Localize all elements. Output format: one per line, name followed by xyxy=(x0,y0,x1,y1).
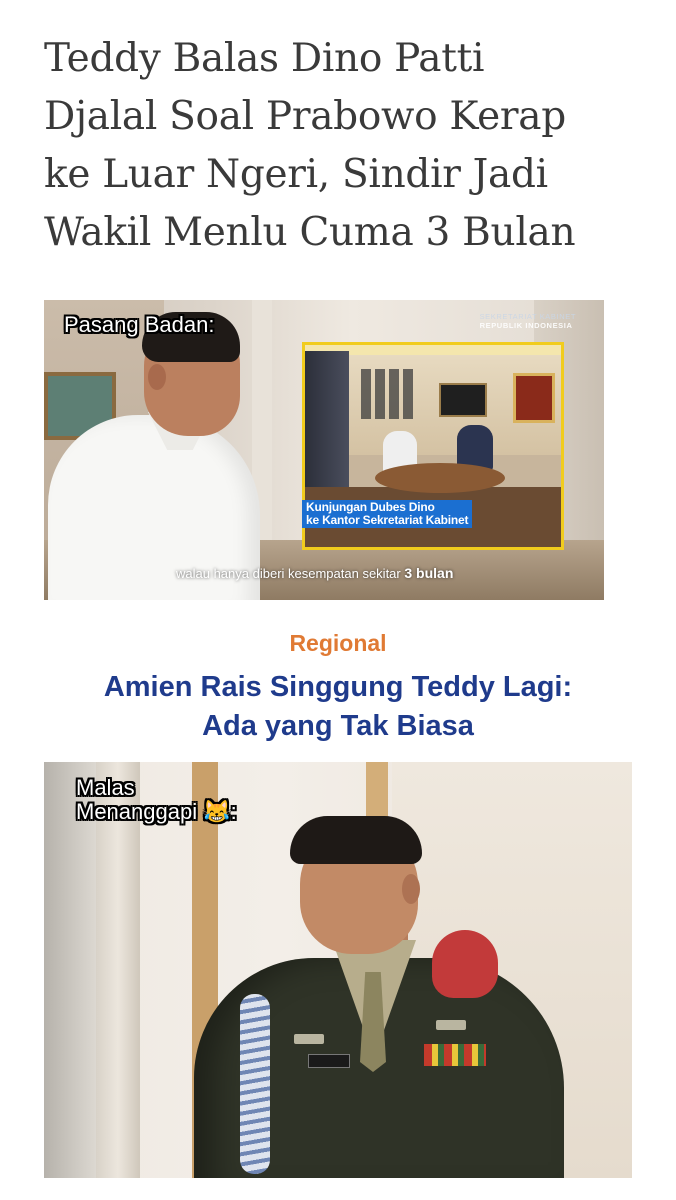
headline-line: Djalal Soal Prabowo Kerap xyxy=(44,94,566,139)
inset-caption: Kunjungan Dubes Dino ke Kantor Sekretari… xyxy=(302,500,473,528)
title-line: Amien Rais Singgung Teddy Lagi: xyxy=(103,671,573,703)
headline-line: Wakil Menlu Cuma 3 Bulan xyxy=(44,210,576,255)
inset-caption-line: ke Kantor Sekretariat Kabinet xyxy=(306,513,469,527)
headline-line: Teddy Balas Dino Patti xyxy=(44,36,485,81)
meme-caption: Pasang Badan: xyxy=(64,312,215,337)
uniform-insignia xyxy=(436,1020,466,1030)
headline-line: ke Luar Ngeri, Sindir Jadi xyxy=(44,152,548,197)
person-white-shirt xyxy=(44,300,304,600)
subtitle-text: walau hanya diberi kesempatan sekitar xyxy=(176,566,401,581)
inset-photo-frames xyxy=(361,369,413,419)
name-tag xyxy=(308,1054,350,1068)
watermark: SEKRETARIAT KABINET REPUBLIK INDONESIA xyxy=(480,312,576,330)
red-beret xyxy=(432,930,498,998)
category-label[interactable]: Regional xyxy=(0,630,676,657)
ear xyxy=(148,364,166,390)
watermark-line: REPUBLIK INDONESIA xyxy=(479,321,573,330)
inset-table xyxy=(375,463,505,493)
meme-caption: Malas Menanggapi 😹: xyxy=(76,776,376,824)
subtitle-bold: 3 bulan xyxy=(404,565,454,581)
ear xyxy=(402,874,420,904)
background-curtain xyxy=(96,762,140,1178)
background-window xyxy=(44,762,96,1178)
inset-picture xyxy=(439,383,487,417)
title-line: Ada yang Tak Biasa xyxy=(202,710,474,742)
video-subtitle: walau hanya diberi kesempatan sekitar 3 … xyxy=(176,565,453,581)
meme-image-1[interactable]: Kunjungan Dubes Dino ke Kantor Sekretari… xyxy=(44,300,604,600)
inset-portrait xyxy=(513,373,555,423)
related-article-title[interactable]: Amien Rais Singgung Teddy Lagi: Ada yang… xyxy=(0,668,676,746)
meme-image-2[interactable]: Malas Menanggapi 😹: xyxy=(44,762,632,1178)
watermark-line: SEKRETARIAT KABINET xyxy=(479,312,576,321)
aiguillette-cord xyxy=(240,994,270,1174)
uniform-insignia xyxy=(294,1034,324,1044)
article-headline: Teddy Balas Dino Patti Djalal Soal Prabo… xyxy=(44,30,644,262)
meme-caption-line: Menanggapi 😹: xyxy=(76,799,237,824)
meme-caption-line: Malas xyxy=(76,775,135,800)
medal-ribbons xyxy=(424,1044,486,1066)
